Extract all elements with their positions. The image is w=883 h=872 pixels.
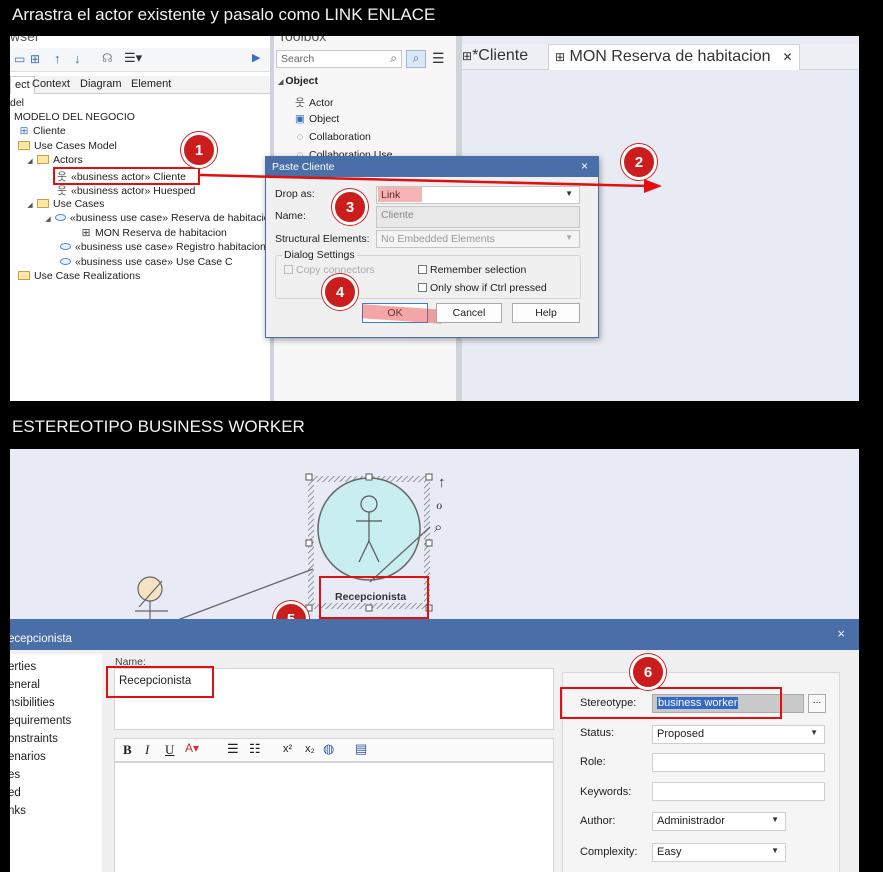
keywords-label: Keywords:: [580, 786, 632, 798]
callout-6: 6: [630, 654, 666, 690]
stereotype-browse-button[interactable]: ...: [808, 694, 826, 713]
author-select[interactable]: Administrador ▼: [652, 812, 786, 831]
quicklink-connector-icon[interactable]: ℴ: [436, 496, 442, 513]
numbered-list-icon[interactable]: ☷: [249, 741, 261, 757]
chevron-down-icon: ▼: [810, 728, 818, 737]
properties-titlebar: ecepcionista ×: [10, 620, 859, 650]
highlight-box-worker: [319, 576, 429, 619]
complexity-value: Easy: [657, 846, 682, 858]
font-color-icon[interactable]: A▾: [185, 741, 199, 755]
nav-properties[interactable]: erties: [10, 661, 36, 673]
nav-responsibilities[interactable]: nsibilities: [10, 697, 55, 709]
nav-constraints[interactable]: onstraints: [10, 733, 58, 745]
highlight-box-stereotype: [560, 687, 782, 719]
drag-arrow: [199, 173, 662, 193]
status-value: Proposed: [657, 728, 705, 740]
bottom-heading: ESTEREOTIPO BUSINESS WORKER: [12, 417, 305, 436]
nav-files[interactable]: es: [10, 769, 20, 781]
highlight-box-name: [106, 666, 214, 698]
quicklink-search-icon[interactable]: ⌕: [434, 519, 442, 536]
author-label: Author:: [580, 815, 616, 827]
nav-general[interactable]: eneral: [10, 679, 40, 691]
nav-links[interactable]: nks: [10, 805, 26, 817]
notes-editor[interactable]: [114, 762, 554, 872]
status-label: Status:: [580, 727, 615, 739]
properties-nav: erties eneral nsibilities equirements on…: [10, 654, 102, 872]
role-label: Role:: [580, 756, 606, 768]
close-icon[interactable]: ×: [837, 626, 845, 641]
top-heading: Arrastra el actor existente y pasalo com…: [12, 5, 436, 24]
underline-button[interactable]: U: [165, 742, 174, 758]
callout-2: 2: [621, 144, 657, 180]
bold-button[interactable]: B: [123, 742, 132, 758]
complexity-label: Complexity:: [580, 846, 638, 858]
author-value: Administrador: [657, 815, 725, 827]
top-screenshot: wser ▭ ⊞ ↑ ↓ ☊ ☰▾ ▶ ect Context Diagram …: [10, 36, 859, 401]
properties-window: ecepcionista × erties eneral nsibilities…: [10, 619, 859, 872]
chevron-down-icon: ▼: [771, 846, 779, 855]
document-icon[interactable]: ▤: [355, 741, 367, 757]
status-select[interactable]: Proposed ▼: [652, 725, 825, 744]
bullet-list-icon[interactable]: ☰: [227, 741, 239, 757]
callout-3: 3: [332, 189, 368, 225]
nav-scenarios[interactable]: enarios: [10, 751, 46, 763]
italic-button[interactable]: I: [145, 742, 149, 758]
nav-requirements[interactable]: equirements: [10, 715, 71, 727]
role-field[interactable]: [652, 753, 825, 772]
properties-title: ecepcionista: [10, 633, 72, 645]
bottom-screenshot: ↑ ℴ ⌕ Recepcionista 5 ecepcionista × ert…: [10, 449, 859, 872]
quicklink-arrow-icon[interactable]: ↑: [438, 474, 446, 491]
diagram-canvas: [135, 473, 433, 624]
complexity-select[interactable]: Easy ▼: [652, 843, 786, 862]
superscript-icon[interactable]: x²: [283, 743, 292, 755]
chevron-down-icon: ▼: [771, 815, 779, 824]
web-icon[interactable]: ◍: [323, 741, 334, 757]
subscript-icon[interactable]: x₂: [305, 743, 315, 755]
callout-1: 1: [181, 132, 217, 168]
nav-linked[interactable]: ed: [10, 787, 21, 799]
notes-toolbar: B I U A▾ ☰ ☷ x² x₂ ◍ ▤: [114, 738, 554, 762]
keywords-field[interactable]: [652, 782, 825, 801]
callout-4: 4: [322, 274, 358, 310]
